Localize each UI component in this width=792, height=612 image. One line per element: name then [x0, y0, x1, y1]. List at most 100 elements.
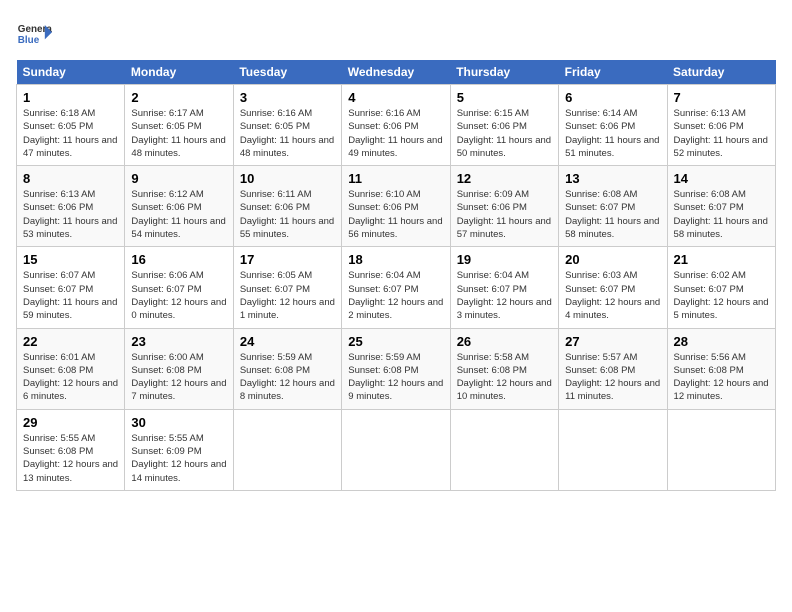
calendar-cell — [667, 409, 775, 490]
day-number: 3 — [240, 90, 335, 105]
day-info: Sunrise: 6:16 AMSunset: 6:05 PMDaylight:… — [240, 108, 334, 159]
day-info: Sunrise: 5:59 AMSunset: 6:08 PMDaylight:… — [348, 352, 443, 403]
calendar-cell: 13 Sunrise: 6:08 AMSunset: 6:07 PMDaylig… — [559, 166, 667, 247]
day-info: Sunrise: 6:05 AMSunset: 6:07 PMDaylight:… — [240, 270, 335, 321]
calendar-cell: 9 Sunrise: 6:12 AMSunset: 6:06 PMDayligh… — [125, 166, 233, 247]
calendar-cell: 1 Sunrise: 6:18 AMSunset: 6:05 PMDayligh… — [17, 85, 125, 166]
day-info: Sunrise: 6:08 AMSunset: 6:07 PMDaylight:… — [674, 189, 768, 240]
day-info: Sunrise: 6:12 AMSunset: 6:06 PMDaylight:… — [131, 189, 225, 240]
calendar-cell — [559, 409, 667, 490]
calendar-cell: 8 Sunrise: 6:13 AMSunset: 6:06 PMDayligh… — [17, 166, 125, 247]
day-number: 1 — [23, 90, 118, 105]
day-number: 28 — [674, 334, 769, 349]
day-info: Sunrise: 6:06 AMSunset: 6:07 PMDaylight:… — [131, 270, 226, 321]
day-header-monday: Monday — [125, 60, 233, 85]
day-number: 18 — [348, 252, 443, 267]
week-row-1: 1 Sunrise: 6:18 AMSunset: 6:05 PMDayligh… — [17, 85, 776, 166]
calendar-cell: 12 Sunrise: 6:09 AMSunset: 6:06 PMDaylig… — [450, 166, 558, 247]
day-info: Sunrise: 6:07 AMSunset: 6:07 PMDaylight:… — [23, 270, 117, 321]
day-number: 8 — [23, 171, 118, 186]
day-header-thursday: Thursday — [450, 60, 558, 85]
day-info: Sunrise: 6:08 AMSunset: 6:07 PMDaylight:… — [565, 189, 659, 240]
day-number: 16 — [131, 252, 226, 267]
calendar-table: SundayMondayTuesdayWednesdayThursdayFrid… — [16, 60, 776, 491]
calendar-cell: 21 Sunrise: 6:02 AMSunset: 6:07 PMDaylig… — [667, 247, 775, 328]
page-header: General Blue — [16, 16, 776, 52]
day-info: Sunrise: 6:13 AMSunset: 6:06 PMDaylight:… — [674, 108, 768, 159]
week-row-2: 8 Sunrise: 6:13 AMSunset: 6:06 PMDayligh… — [17, 166, 776, 247]
day-number: 23 — [131, 334, 226, 349]
calendar-cell: 14 Sunrise: 6:08 AMSunset: 6:07 PMDaylig… — [667, 166, 775, 247]
day-info: Sunrise: 6:02 AMSunset: 6:07 PMDaylight:… — [674, 270, 769, 321]
day-info: Sunrise: 6:01 AMSunset: 6:08 PMDaylight:… — [23, 352, 118, 403]
day-info: Sunrise: 6:18 AMSunset: 6:05 PMDaylight:… — [23, 108, 117, 159]
calendar-cell: 7 Sunrise: 6:13 AMSunset: 6:06 PMDayligh… — [667, 85, 775, 166]
calendar-cell: 5 Sunrise: 6:15 AMSunset: 6:06 PMDayligh… — [450, 85, 558, 166]
day-info: Sunrise: 5:57 AMSunset: 6:08 PMDaylight:… — [565, 352, 660, 403]
day-number: 20 — [565, 252, 660, 267]
logo-icon: General Blue — [16, 16, 52, 52]
day-header-wednesday: Wednesday — [342, 60, 450, 85]
day-info: Sunrise: 6:04 AMSunset: 6:07 PMDaylight:… — [457, 270, 552, 321]
calendar-cell: 2 Sunrise: 6:17 AMSunset: 6:05 PMDayligh… — [125, 85, 233, 166]
calendar-cell: 11 Sunrise: 6:10 AMSunset: 6:06 PMDaylig… — [342, 166, 450, 247]
calendar-cell: 15 Sunrise: 6:07 AMSunset: 6:07 PMDaylig… — [17, 247, 125, 328]
day-info: Sunrise: 6:15 AMSunset: 6:06 PMDaylight:… — [457, 108, 551, 159]
week-row-3: 15 Sunrise: 6:07 AMSunset: 6:07 PMDaylig… — [17, 247, 776, 328]
day-header-friday: Friday — [559, 60, 667, 85]
day-header-tuesday: Tuesday — [233, 60, 341, 85]
calendar-cell — [342, 409, 450, 490]
day-number: 30 — [131, 415, 226, 430]
day-number: 9 — [131, 171, 226, 186]
day-info: Sunrise: 6:03 AMSunset: 6:07 PMDaylight:… — [565, 270, 660, 321]
calendar-cell: 18 Sunrise: 6:04 AMSunset: 6:07 PMDaylig… — [342, 247, 450, 328]
calendar-cell: 30 Sunrise: 5:55 AMSunset: 6:09 PMDaylig… — [125, 409, 233, 490]
day-info: Sunrise: 5:58 AMSunset: 6:08 PMDaylight:… — [457, 352, 552, 403]
day-info: Sunrise: 5:56 AMSunset: 6:08 PMDaylight:… — [674, 352, 769, 403]
calendar-cell: 4 Sunrise: 6:16 AMSunset: 6:06 PMDayligh… — [342, 85, 450, 166]
day-info: Sunrise: 6:11 AMSunset: 6:06 PMDaylight:… — [240, 189, 334, 240]
calendar-cell — [450, 409, 558, 490]
day-info: Sunrise: 6:09 AMSunset: 6:06 PMDaylight:… — [457, 189, 551, 240]
day-info: Sunrise: 6:17 AMSunset: 6:05 PMDaylight:… — [131, 108, 225, 159]
day-info: Sunrise: 6:04 AMSunset: 6:07 PMDaylight:… — [348, 270, 443, 321]
calendar-cell: 29 Sunrise: 5:55 AMSunset: 6:08 PMDaylig… — [17, 409, 125, 490]
calendar-cell: 17 Sunrise: 6:05 AMSunset: 6:07 PMDaylig… — [233, 247, 341, 328]
day-info: Sunrise: 6:16 AMSunset: 6:06 PMDaylight:… — [348, 108, 442, 159]
day-number: 6 — [565, 90, 660, 105]
day-number: 29 — [23, 415, 118, 430]
day-info: Sunrise: 6:14 AMSunset: 6:06 PMDaylight:… — [565, 108, 659, 159]
day-number: 15 — [23, 252, 118, 267]
day-info: Sunrise: 6:10 AMSunset: 6:06 PMDaylight:… — [348, 189, 442, 240]
calendar-cell: 24 Sunrise: 5:59 AMSunset: 6:08 PMDaylig… — [233, 328, 341, 409]
day-number: 19 — [457, 252, 552, 267]
day-info: Sunrise: 6:00 AMSunset: 6:08 PMDaylight:… — [131, 352, 226, 403]
day-number: 22 — [23, 334, 118, 349]
week-row-4: 22 Sunrise: 6:01 AMSunset: 6:08 PMDaylig… — [17, 328, 776, 409]
day-number: 7 — [674, 90, 769, 105]
calendar-cell — [233, 409, 341, 490]
day-number: 17 — [240, 252, 335, 267]
calendar-cell: 10 Sunrise: 6:11 AMSunset: 6:06 PMDaylig… — [233, 166, 341, 247]
day-number: 25 — [348, 334, 443, 349]
day-number: 26 — [457, 334, 552, 349]
day-number: 10 — [240, 171, 335, 186]
day-number: 21 — [674, 252, 769, 267]
calendar-cell: 20 Sunrise: 6:03 AMSunset: 6:07 PMDaylig… — [559, 247, 667, 328]
day-header-saturday: Saturday — [667, 60, 775, 85]
calendar-cell: 25 Sunrise: 5:59 AMSunset: 6:08 PMDaylig… — [342, 328, 450, 409]
day-number: 13 — [565, 171, 660, 186]
logo: General Blue — [16, 16, 52, 52]
calendar-cell: 6 Sunrise: 6:14 AMSunset: 6:06 PMDayligh… — [559, 85, 667, 166]
day-info: Sunrise: 5:59 AMSunset: 6:08 PMDaylight:… — [240, 352, 335, 403]
day-header-sunday: Sunday — [17, 60, 125, 85]
calendar-cell: 27 Sunrise: 5:57 AMSunset: 6:08 PMDaylig… — [559, 328, 667, 409]
week-row-5: 29 Sunrise: 5:55 AMSunset: 6:08 PMDaylig… — [17, 409, 776, 490]
day-number: 27 — [565, 334, 660, 349]
svg-text:Blue: Blue — [18, 35, 40, 46]
calendar-cell: 28 Sunrise: 5:56 AMSunset: 6:08 PMDaylig… — [667, 328, 775, 409]
day-number: 14 — [674, 171, 769, 186]
day-info: Sunrise: 5:55 AMSunset: 6:09 PMDaylight:… — [131, 433, 226, 484]
day-number: 4 — [348, 90, 443, 105]
calendar-cell: 3 Sunrise: 6:16 AMSunset: 6:05 PMDayligh… — [233, 85, 341, 166]
